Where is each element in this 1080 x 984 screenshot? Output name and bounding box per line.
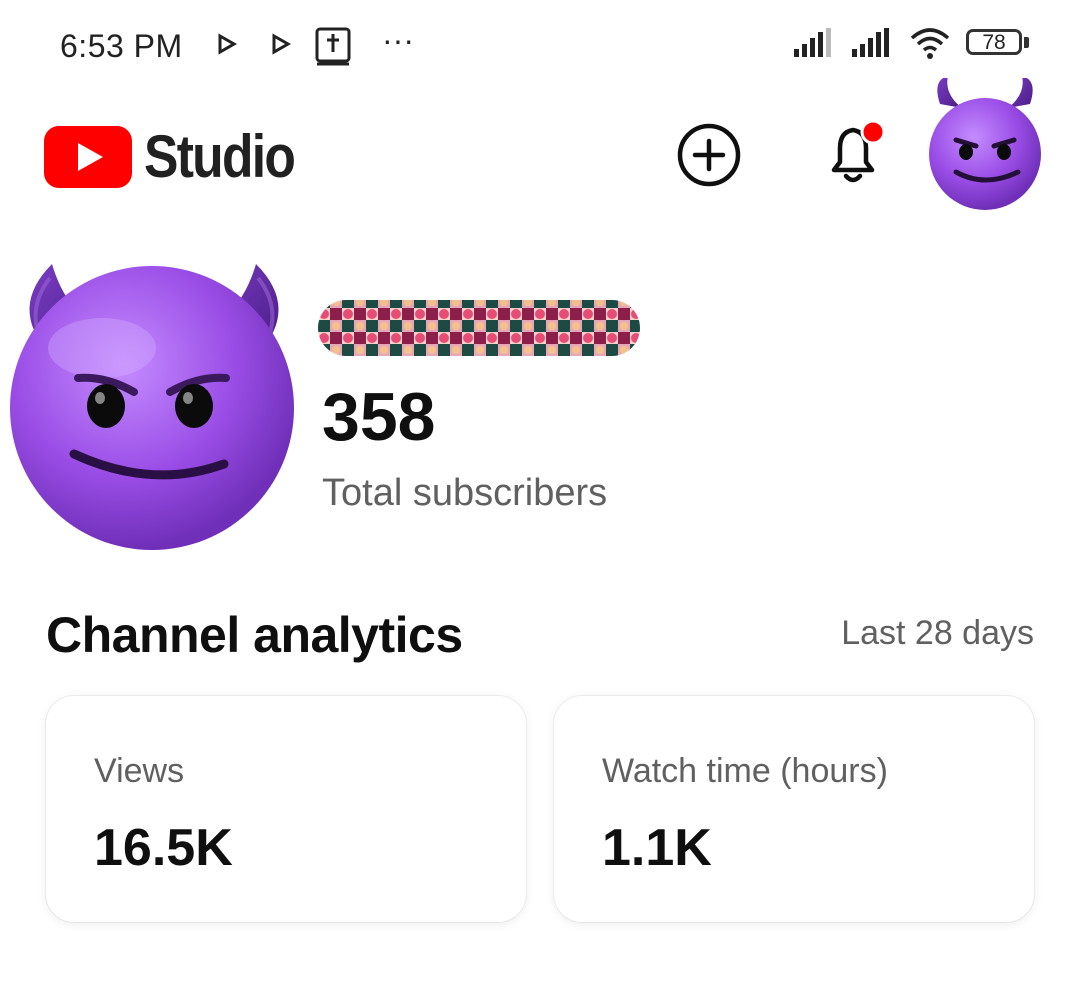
account-avatar[interactable]: [918, 78, 1052, 210]
app-bar: Studio: [0, 78, 1080, 210]
watch-time-label: Watch time (hours): [602, 752, 888, 790]
more-notifications: ···: [382, 22, 414, 58]
battery-icon: 78: [966, 27, 1032, 59]
bible-app-icon: [315, 27, 351, 66]
views-value: 16.5K: [94, 819, 233, 877]
watch-time-card[interactable]: Watch time (hours) 1.1K: [554, 696, 1034, 922]
battery-level: 78: [982, 31, 1006, 54]
logo-text: Studio: [144, 123, 296, 190]
analytics-range: Last 28 days: [841, 614, 1034, 652]
channel-name-redacted: [318, 300, 640, 356]
signal-icon: [794, 28, 831, 57]
status-time: 6:53 PM: [60, 28, 183, 64]
youtube-studio-logo[interactable]: Studio: [44, 122, 319, 191]
create-button[interactable]: [676, 122, 742, 188]
notifications-button[interactable]: [820, 118, 890, 190]
youtube-logo-icon: [44, 125, 132, 188]
signal-icon: [852, 28, 889, 57]
notification-dot: [860, 119, 886, 145]
views-card[interactable]: Views 16.5K: [46, 696, 526, 922]
play-notification-icon: [218, 33, 238, 55]
subscriber-count: 358: [322, 379, 436, 455]
bell-icon: [831, 119, 886, 183]
play-notification-icon: [272, 33, 292, 55]
analytics-title: Channel analytics: [46, 607, 463, 663]
watch-time-value: 1.1K: [602, 819, 712, 877]
subscriber-label: Total subscribers: [322, 472, 608, 514]
channel-avatar[interactable]: [6, 258, 302, 554]
views-label: Views: [94, 752, 185, 790]
wifi-icon: [910, 28, 950, 59]
status-right-group: 78: [792, 26, 1032, 60]
